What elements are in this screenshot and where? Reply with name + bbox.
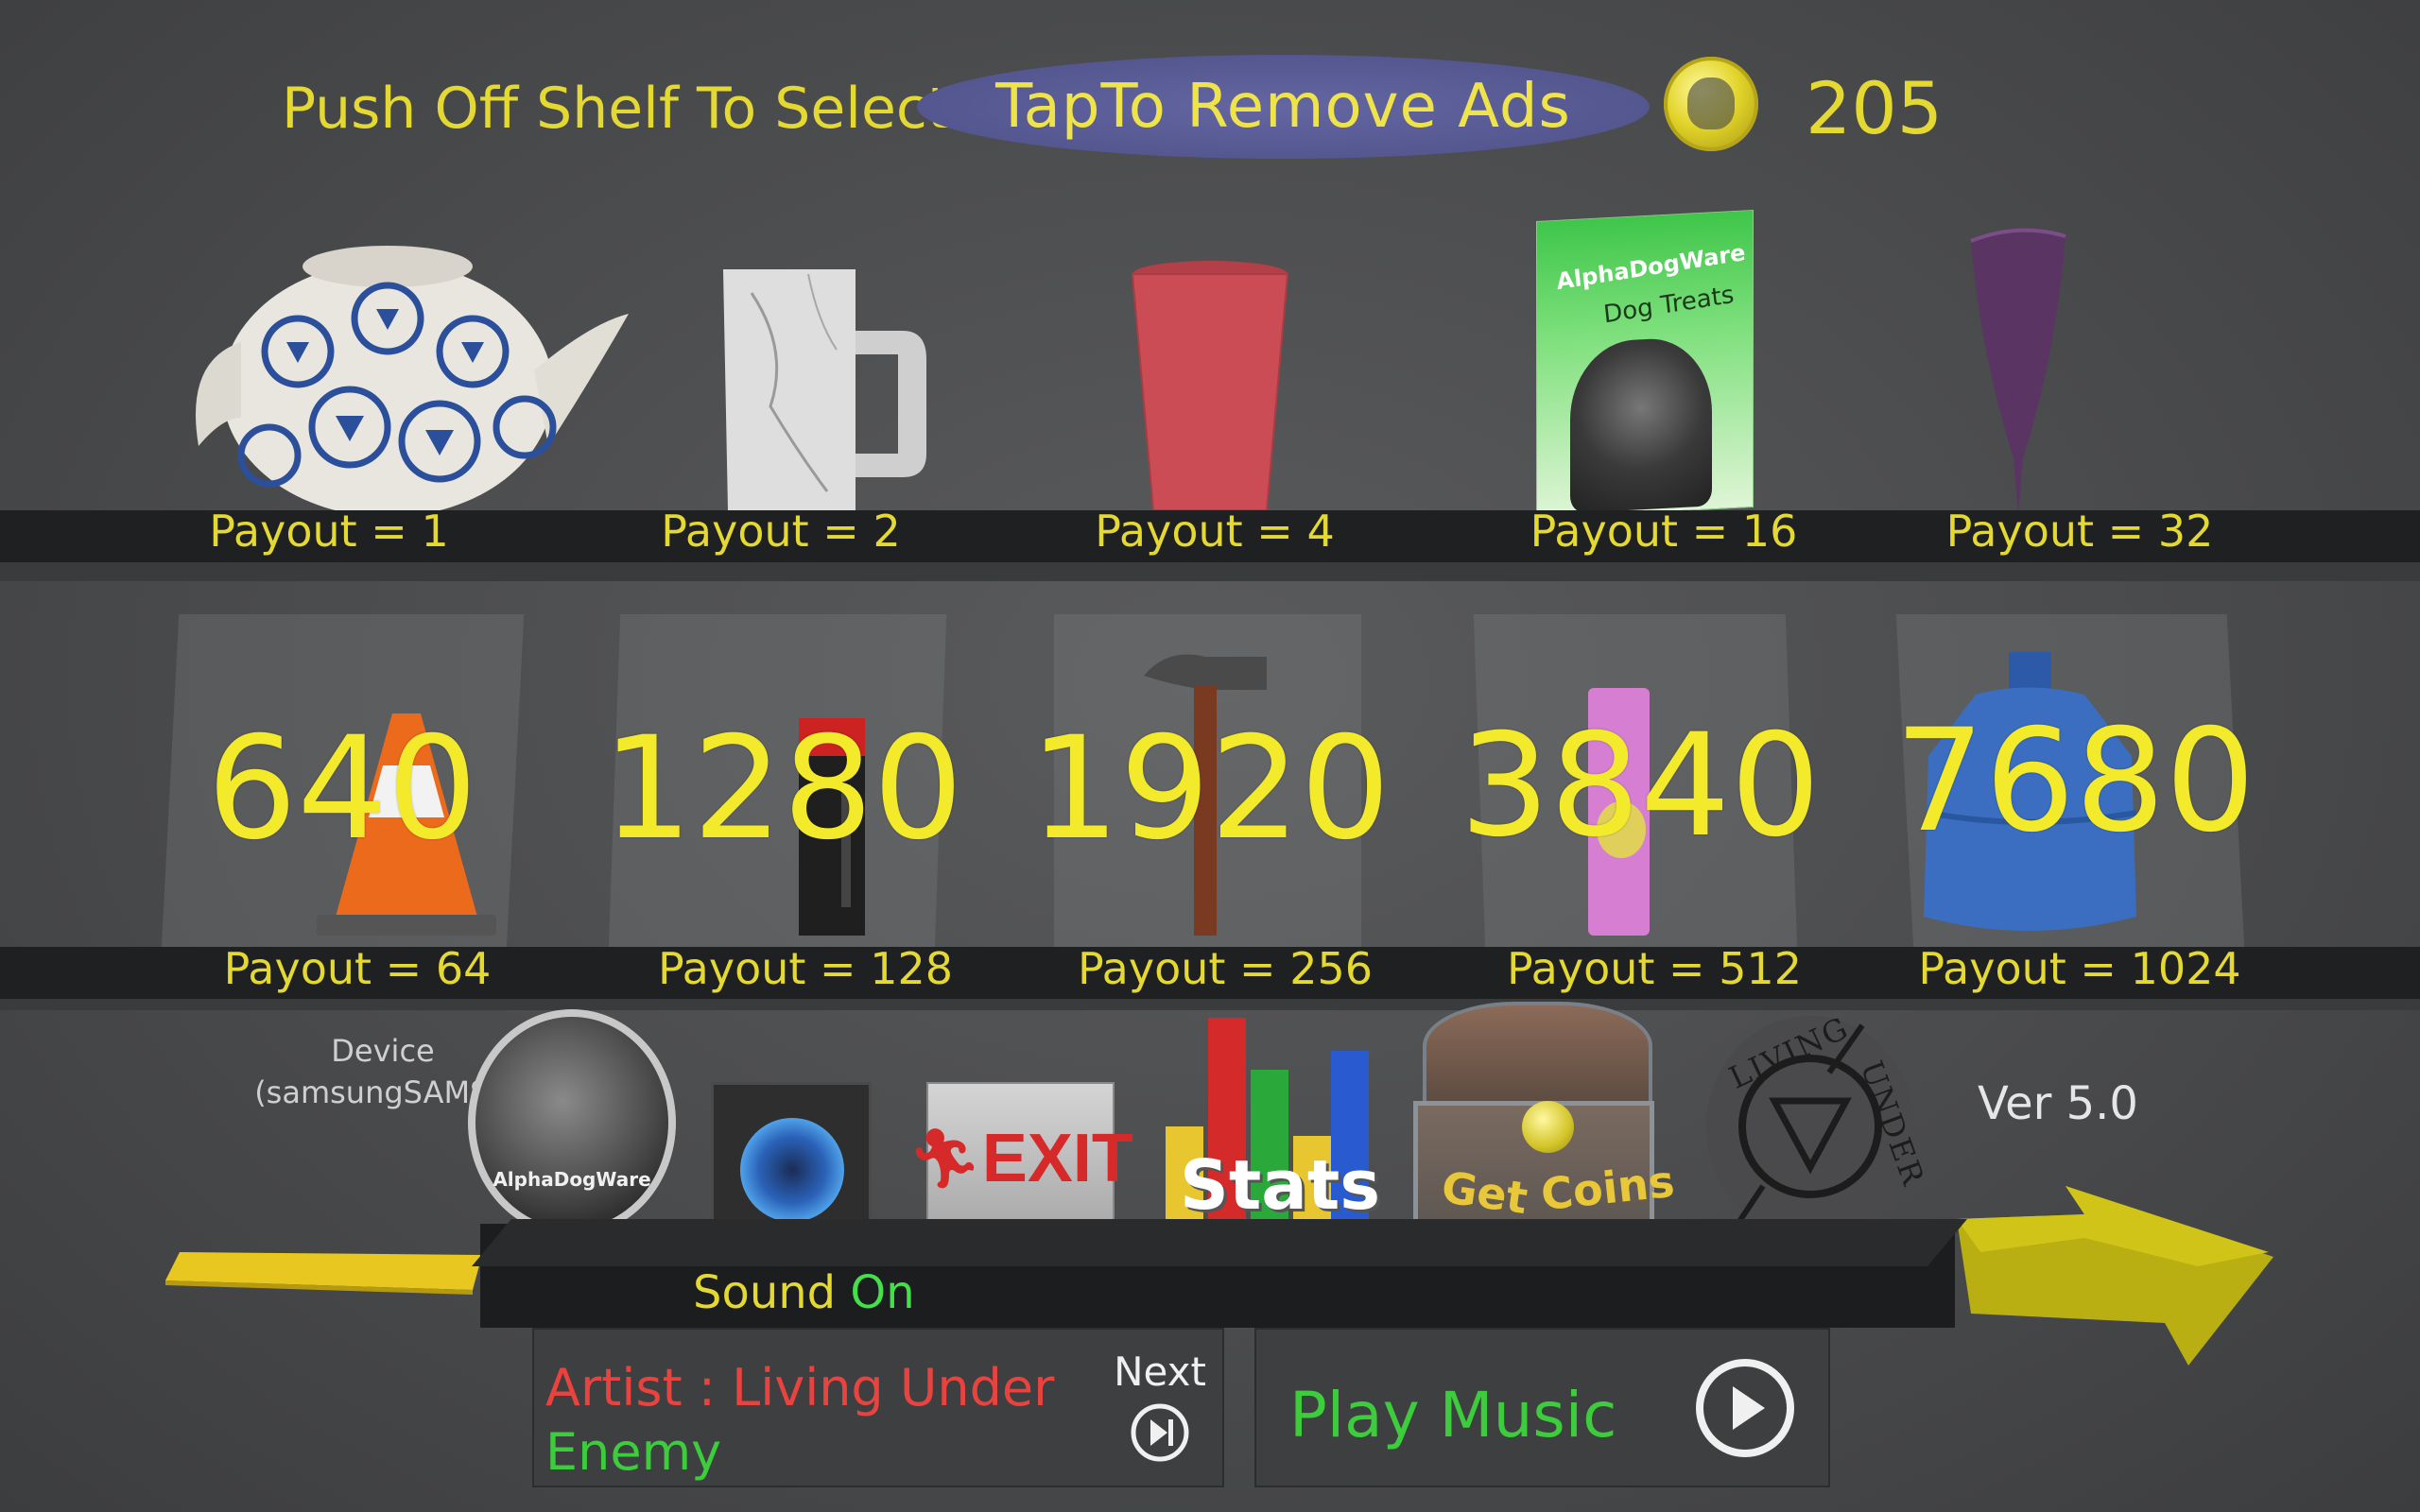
version-label: Ver 5.0 — [1978, 1077, 2138, 1130]
alphadogware-logo-button[interactable]: AlphaDogWare — [468, 1009, 676, 1236]
payout-label: Payout = 128 — [657, 943, 953, 994]
menu-shelf-top — [472, 1219, 1967, 1266]
exit-person-icon: 🏃︎ — [908, 1124, 982, 1193]
sound-label: Sound — [693, 1266, 837, 1319]
stats-label: Stats — [1180, 1145, 1381, 1225]
remove-ads-label: TapTo Remove Ads — [995, 72, 1571, 142]
coin-count: 205 — [1806, 66, 1944, 150]
price-label: 3840 — [1460, 704, 1821, 868]
get-coins-button[interactable]: Get Coins — [1409, 1002, 1677, 1247]
payout-label: Payout = 2 — [661, 506, 901, 557]
exit-label: EXIT — [981, 1121, 1133, 1196]
box-subtitle: Dog Treats — [1601, 280, 1736, 330]
stats-button[interactable]: Stats — [1161, 1013, 1380, 1254]
red-cup-item[interactable] — [1130, 260, 1290, 511]
sound-status: Sound On — [693, 1266, 915, 1319]
price-label: 1280 — [602, 707, 963, 871]
artist-label: Artist : Living Under — [545, 1358, 1055, 1418]
chest-coin-icon — [1522, 1101, 1574, 1153]
teapot-item[interactable] — [184, 238, 633, 517]
speaker-icon — [740, 1118, 844, 1222]
wine-glass-item[interactable] — [1962, 222, 2075, 516]
payout-label: Payout = 1 — [209, 506, 449, 557]
instruction-text: Push Off Shelf To Select — [282, 76, 950, 142]
wine-glass-icon — [1970, 228, 2066, 516]
mug-item[interactable] — [714, 265, 931, 510]
play-music-label: Play Music — [1289, 1379, 1617, 1452]
payout-label: Payout = 512 — [1506, 943, 1802, 994]
chest-lid — [1423, 1002, 1652, 1113]
next-label: Next — [1114, 1349, 1206, 1395]
remove-ads-button[interactable]: TapTo Remove Ads — [917, 55, 1650, 159]
dog-treats-item[interactable]: AlphaDogWare Dog Treats — [1536, 209, 1754, 520]
price-label: 7680 — [1894, 699, 2256, 864]
payout-label: Payout = 4 — [1095, 506, 1335, 557]
coin-icon — [1664, 57, 1758, 151]
play-icon — [1696, 1359, 1794, 1457]
payout-label: Payout = 256 — [1077, 943, 1373, 994]
teapot-icon — [196, 246, 629, 517]
next-arrow-icon[interactable] — [1952, 1181, 2278, 1370]
music-info-panel: Artist : Living Under Enemy Next — [532, 1328, 1224, 1487]
living-under-logo-button[interactable]: LIVING UNDER — [1706, 1009, 1932, 1238]
price-label: 1920 — [1029, 707, 1391, 871]
payout-label: Payout = 64 — [223, 943, 492, 994]
cup-icon — [1131, 261, 1289, 511]
mug-icon — [723, 269, 926, 510]
bottom-shelf-edge — [0, 999, 2420, 1010]
play-music-button[interactable]: Play Music — [1254, 1328, 1830, 1487]
payout-label: Payout = 32 — [1945, 506, 2214, 557]
prev-arrow-icon[interactable] — [161, 1238, 487, 1295]
top-shelf-edge — [0, 562, 2420, 581]
dog-image — [1570, 335, 1712, 514]
track-label: Enemy — [545, 1422, 722, 1482]
logo-label: AlphaDogWare — [493, 1168, 651, 1191]
sound-state: On — [850, 1266, 915, 1319]
payout-label: Payout = 16 — [1530, 506, 1798, 557]
skip-next-icon — [1131, 1403, 1189, 1462]
price-label: 640 — [206, 707, 478, 871]
exit-button[interactable]: 🏃︎ EXIT — [908, 1082, 1133, 1235]
next-track-button[interactable]: Next — [1103, 1349, 1217, 1471]
payout-label: Payout = 1024 — [1918, 943, 2241, 994]
